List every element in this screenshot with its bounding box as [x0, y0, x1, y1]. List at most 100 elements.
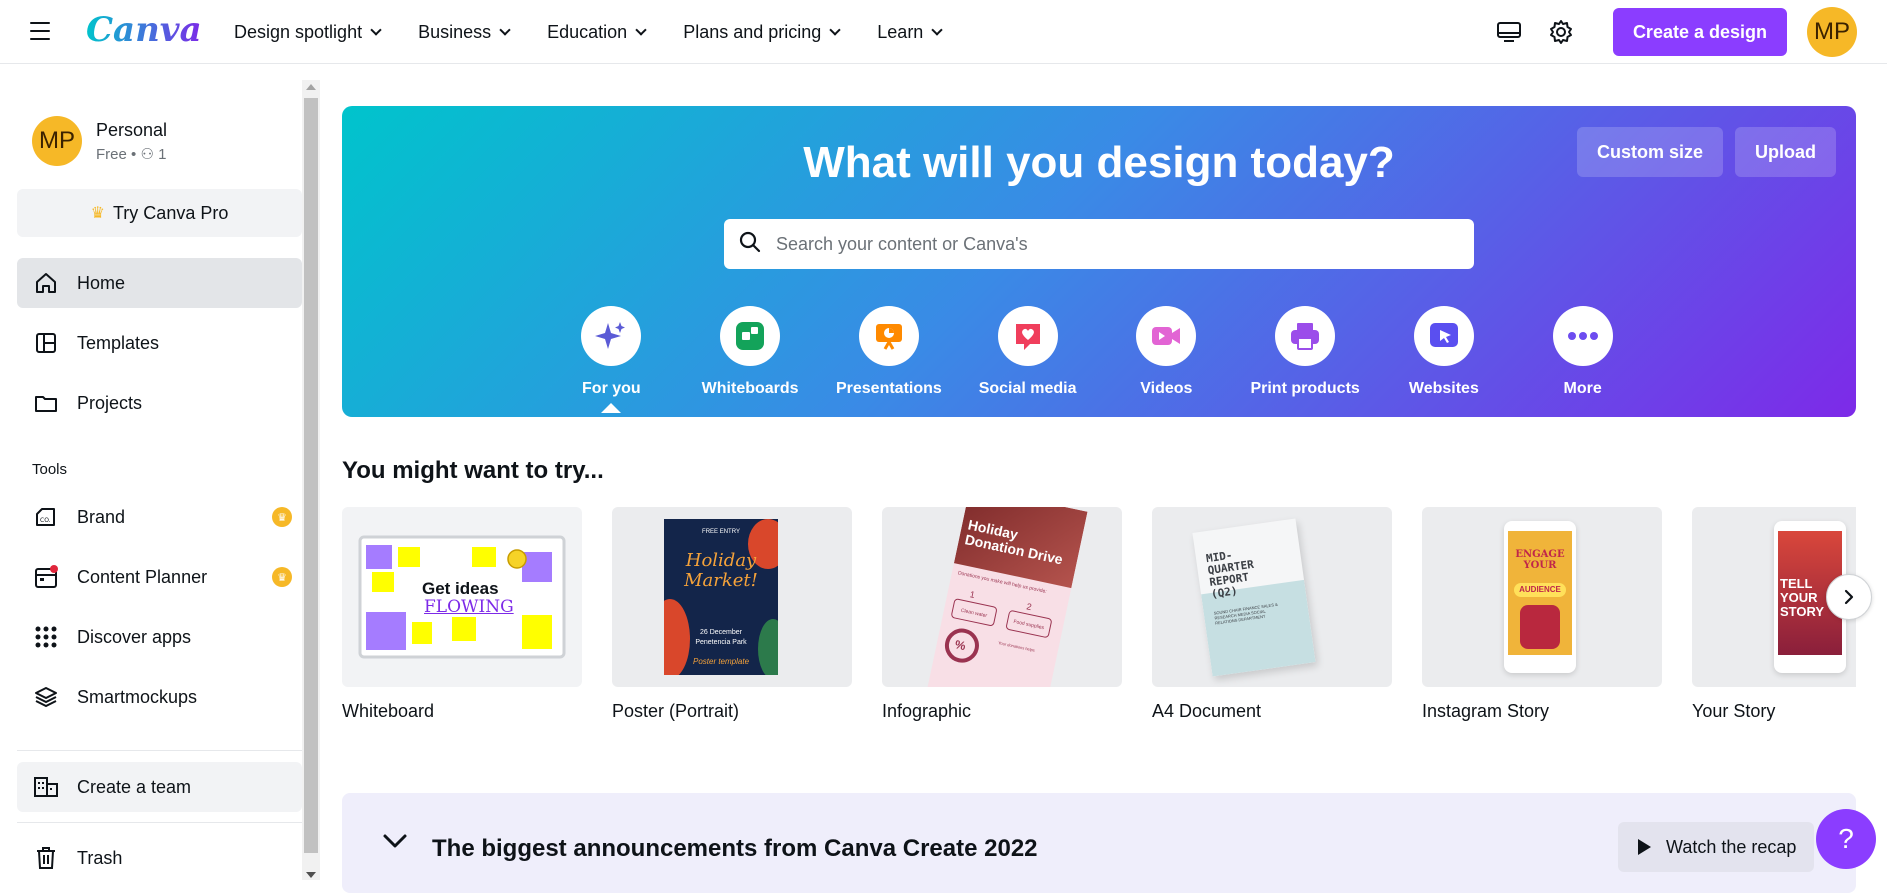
- sidebar-item-label: Create a team: [77, 776, 192, 797]
- tools-heading: Tools: [32, 461, 68, 478]
- home-icon: [33, 270, 59, 296]
- sidebar-item-home[interactable]: Home: [17, 258, 302, 308]
- account-switcher[interactable]: MP Personal Free • ⚇ 1: [32, 116, 167, 166]
- crown-icon: ♛: [90, 205, 105, 222]
- category-whiteboards[interactable]: Whiteboards: [681, 306, 820, 398]
- sidebar-item-label: Content Planner: [77, 566, 208, 587]
- template-thumbnail[interactable]: FREE ENTRY Holiday Market! 26 December P…: [612, 507, 852, 687]
- infographic-box-2: Food supplies: [1005, 609, 1053, 639]
- template-card-your-story[interactable]: TELL YOUR STORY Your Story: [1692, 507, 1856, 722]
- collapse-chevron-icon[interactable]: [382, 833, 408, 854]
- category-print-products[interactable]: Print products: [1236, 306, 1375, 398]
- person-icon: ⚇: [140, 145, 154, 163]
- template-card-label: A4 Document: [1152, 701, 1262, 721]
- sidebar-item-create-team[interactable]: Create a team: [17, 762, 302, 812]
- sidebar-scrollbar-thumb[interactable]: [304, 98, 318, 853]
- hamburger-menu-icon[interactable]: [30, 22, 50, 40]
- header-actions: Create a design MP: [1493, 0, 1857, 64]
- member-count: 1: [158, 145, 167, 163]
- sidebar-item-label: Templates: [77, 332, 160, 353]
- scroll-up-arrow-icon[interactable]: [306, 84, 316, 90]
- chevron-down-icon: [499, 24, 511, 36]
- template-thumbnail[interactable]: MID-QUARTER REPORT (Q2) SOUND CHAIR FINA…: [1152, 507, 1392, 687]
- sidebar-item-content-planner[interactable]: Content Planner ♛: [17, 552, 302, 602]
- try-canva-pro-button[interactable]: ♛ Try Canva Pro: [17, 189, 302, 237]
- sidebar-item-trash[interactable]: Trash: [17, 833, 302, 883]
- story-badge: AUDIENCE: [1514, 583, 1566, 597]
- announcement-banner: The biggest announcements from Canva Cre…: [342, 793, 1856, 893]
- sidebar-item-templates[interactable]: Templates: [17, 318, 302, 368]
- watch-recap-button[interactable]: Watch the recap: [1618, 822, 1815, 872]
- menu-label: Education: [547, 21, 628, 42]
- upload-button[interactable]: Upload: [1735, 127, 1836, 177]
- template-card-poster-portrait[interactable]: FREE ENTRY Holiday Market! 26 December P…: [612, 507, 852, 722]
- menu-plans-and-pricing[interactable]: Plans and pricing: [683, 22, 841, 43]
- template-card-a4-document[interactable]: MID-QUARTER REPORT (Q2) SOUND CHAIR FINA…: [1152, 507, 1392, 722]
- menu-learn[interactable]: Learn: [877, 21, 943, 43]
- video-icon: [1136, 306, 1197, 366]
- template-card-label: Poster (Portrait): [612, 701, 740, 721]
- sidebar-item-label: Discover apps: [77, 626, 192, 647]
- template-card-whiteboard[interactable]: Get ideas FLOWING Whiteboard: [342, 507, 582, 722]
- pro-crown-icon: ♛: [272, 567, 292, 587]
- custom-size-button[interactable]: Custom size: [1576, 127, 1723, 177]
- sparkle-icon: [581, 306, 642, 366]
- infographic-box-1: Clean water: [950, 598, 998, 627]
- settings-gear-icon[interactable]: [1545, 16, 1577, 48]
- story-shape: [1520, 605, 1560, 649]
- template-thumbnail[interactable]: ENGAGE YOUR AUDIENCE: [1422, 507, 1662, 687]
- sidebar-item-brand[interactable]: CO. Brand ♛: [17, 492, 302, 542]
- selected-caret: [601, 403, 622, 413]
- sidebar-item-discover-apps[interactable]: Discover apps: [17, 612, 302, 662]
- category-websites[interactable]: Websites: [1375, 306, 1514, 398]
- poster-top-text: FREE ENTRY: [702, 529, 740, 535]
- menu-label: Learn: [877, 21, 924, 42]
- category-more[interactable]: More: [1513, 306, 1652, 398]
- watch-recap-label: Watch the recap: [1666, 836, 1797, 857]
- suggestions-heading: You might want to try...: [342, 457, 604, 484]
- menu-design-spotlight[interactable]: Design spotlight: [234, 22, 382, 43]
- try-pro-label: Try Canva Pro: [112, 202, 229, 223]
- carousel-next-button[interactable]: [1826, 574, 1872, 620]
- chevron-right-icon: [1844, 589, 1854, 605]
- poster-date: 26 December: [699, 629, 743, 636]
- sidebar-item-projects[interactable]: Projects: [17, 378, 302, 428]
- category-presentations[interactable]: Presentations: [820, 306, 959, 398]
- template-card-infographic[interactable]: Holiday Donation Drive Donations you mak…: [882, 507, 1122, 722]
- template-card-label: Infographic: [882, 701, 972, 721]
- category-label: More: [1563, 380, 1602, 397]
- poster-shape: [758, 619, 778, 675]
- template-card-instagram-story[interactable]: ENGAGE YOUR AUDIENCE Instagram Story: [1422, 507, 1662, 722]
- template-thumbnail[interactable]: Get ideas FLOWING: [342, 507, 582, 687]
- sidebar-item-smartmockups[interactable]: Smartmockups: [17, 672, 302, 722]
- category-social-media[interactable]: Social media: [958, 306, 1097, 398]
- menu-education[interactable]: Education: [547, 21, 647, 43]
- cursor-icon: [1413, 306, 1474, 366]
- menu-business[interactable]: Business: [418, 21, 511, 43]
- canva-logo[interactable]: Canva: [86, 10, 202, 50]
- account-plan: Free • ⚇ 1: [96, 145, 167, 163]
- chevron-down-icon: [635, 24, 647, 36]
- desktop-app-icon[interactable]: [1493, 16, 1525, 48]
- template-thumbnail[interactable]: Holiday Donation Drive Donations you mak…: [882, 507, 1122, 687]
- more-icon: [1552, 306, 1613, 366]
- trash-icon: [33, 845, 59, 871]
- help-button[interactable]: ?: [1816, 809, 1876, 869]
- main-menu: Design spotlight Business Education Plan…: [234, 0, 943, 64]
- category-for-you[interactable]: For you: [542, 306, 681, 413]
- story-title: ENGAGE YOUR: [1515, 549, 1565, 571]
- poster-title: Holiday Market!: [684, 550, 758, 591]
- create-a-design-button[interactable]: Create a design: [1612, 8, 1787, 56]
- scroll-down-arrow-icon[interactable]: [306, 872, 316, 878]
- search-icon: [738, 230, 762, 259]
- infographic-artwork: Holiday Donation Drive Donations you mak…: [926, 507, 1088, 687]
- user-avatar[interactable]: MP: [1807, 7, 1857, 57]
- infographic-num-2: 2: [1025, 601, 1033, 613]
- category-videos[interactable]: Videos: [1097, 306, 1236, 398]
- category-label: Websites: [1408, 380, 1479, 397]
- sidebar-divider: [17, 750, 302, 751]
- search-bar[interactable]: [724, 219, 1474, 269]
- search-input[interactable]: [776, 233, 1436, 255]
- sidebar-item-label: Smartmockups: [77, 686, 198, 707]
- menu-label: Business: [418, 21, 492, 42]
